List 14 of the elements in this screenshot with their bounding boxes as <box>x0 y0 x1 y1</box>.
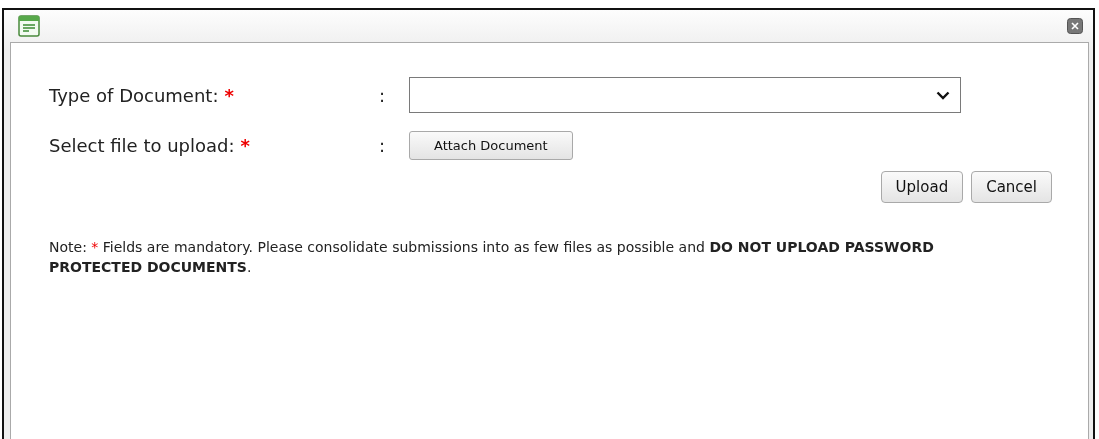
window-icon <box>18 15 40 37</box>
note-text: Note: * Fields are mandatory. Please consolidate submissions into as few files as possible and DO NOT UPLOAD PASSWORD PROTECTED DOCUMENTS. <box>49 238 935 277</box>
field-label: Type of Document: <box>49 84 219 106</box>
required-marker: * <box>240 134 250 156</box>
close-icon[interactable] <box>1067 18 1083 34</box>
field-label: Select file to upload: <box>49 134 235 156</box>
separator-colon: : <box>379 134 387 156</box>
cancel-button[interactable]: Cancel <box>971 171 1052 203</box>
attach-document-button[interactable]: Attach Document <box>409 130 573 160</box>
required-marker: * <box>224 84 234 106</box>
chevron-down-icon <box>936 90 950 100</box>
separator-colon: : <box>379 84 387 106</box>
upload-button[interactable]: Upload <box>880 171 964 203</box>
document-type-dropdown[interactable] <box>409 77 961 113</box>
